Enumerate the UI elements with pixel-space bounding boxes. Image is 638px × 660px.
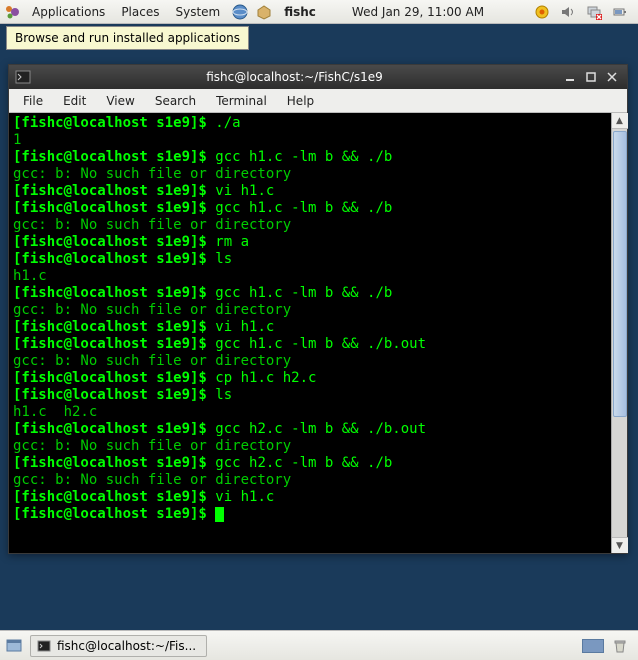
menu-edit[interactable]: Edit [55, 92, 94, 110]
terminal-menubar: File Edit View Search Terminal Help [9, 89, 627, 113]
menu-search[interactable]: Search [147, 92, 204, 110]
package-launcher-icon[interactable] [256, 4, 272, 20]
update-notifier-icon[interactable] [534, 4, 550, 20]
battery-icon[interactable] [612, 4, 628, 20]
workspace-switcher[interactable] [582, 639, 604, 653]
applications-menu[interactable]: Applications [28, 3, 109, 21]
terminal-icon [15, 69, 31, 85]
terminal-icon [37, 639, 51, 653]
volume-icon[interactable] [560, 4, 576, 20]
network-error-icon[interactable] [586, 4, 602, 20]
gnome-foot-icon [4, 4, 20, 20]
scroll-down-button[interactable]: ▼ [612, 537, 628, 553]
bottom-panel: fishc@localhost:~/Fis... [0, 630, 638, 660]
clock[interactable]: Wed Jan 29, 11:00 AM [348, 3, 488, 21]
taskbar-entry-label: fishc@localhost:~/Fis... [57, 639, 196, 653]
menu-help[interactable]: Help [279, 92, 322, 110]
window-title: fishc@localhost:~/FishC/s1e9 [31, 70, 558, 84]
user-menu[interactable]: fishc [280, 3, 320, 21]
trash-icon[interactable] [612, 638, 628, 654]
scrollbar-thumb[interactable] [613, 131, 627, 417]
top-panel: Applications Places System fishc Wed Jan… [0, 0, 638, 24]
maximize-button[interactable] [582, 69, 600, 85]
desktop: fishc@localhost:~/FishC/s1e9 File Edit V… [0, 24, 638, 630]
places-menu[interactable]: Places [117, 3, 163, 21]
terminal-window: fishc@localhost:~/FishC/s1e9 File Edit V… [8, 64, 628, 554]
browser-launcher-icon[interactable] [232, 4, 248, 20]
terminal-scrollbar[interactable]: ▲ ▼ [611, 113, 627, 553]
scroll-up-button[interactable]: ▲ [612, 113, 628, 129]
taskbar-entry-terminal[interactable]: fishc@localhost:~/Fis... [30, 635, 207, 657]
menu-file[interactable]: File [15, 92, 51, 110]
system-menu[interactable]: System [171, 3, 224, 21]
scrollbar-track[interactable] [612, 129, 628, 537]
menu-terminal[interactable]: Terminal [208, 92, 275, 110]
show-desktop-icon[interactable] [6, 638, 22, 654]
window-titlebar[interactable]: fishc@localhost:~/FishC/s1e9 [9, 65, 627, 89]
minimize-button[interactable] [561, 69, 579, 85]
applications-tooltip: Browse and run installed applications [6, 26, 249, 50]
menu-view[interactable]: View [98, 92, 142, 110]
terminal-output[interactable]: [fishc@localhost s1e9]$ ./a1[fishc@local… [9, 113, 611, 553]
close-button[interactable] [603, 69, 621, 85]
